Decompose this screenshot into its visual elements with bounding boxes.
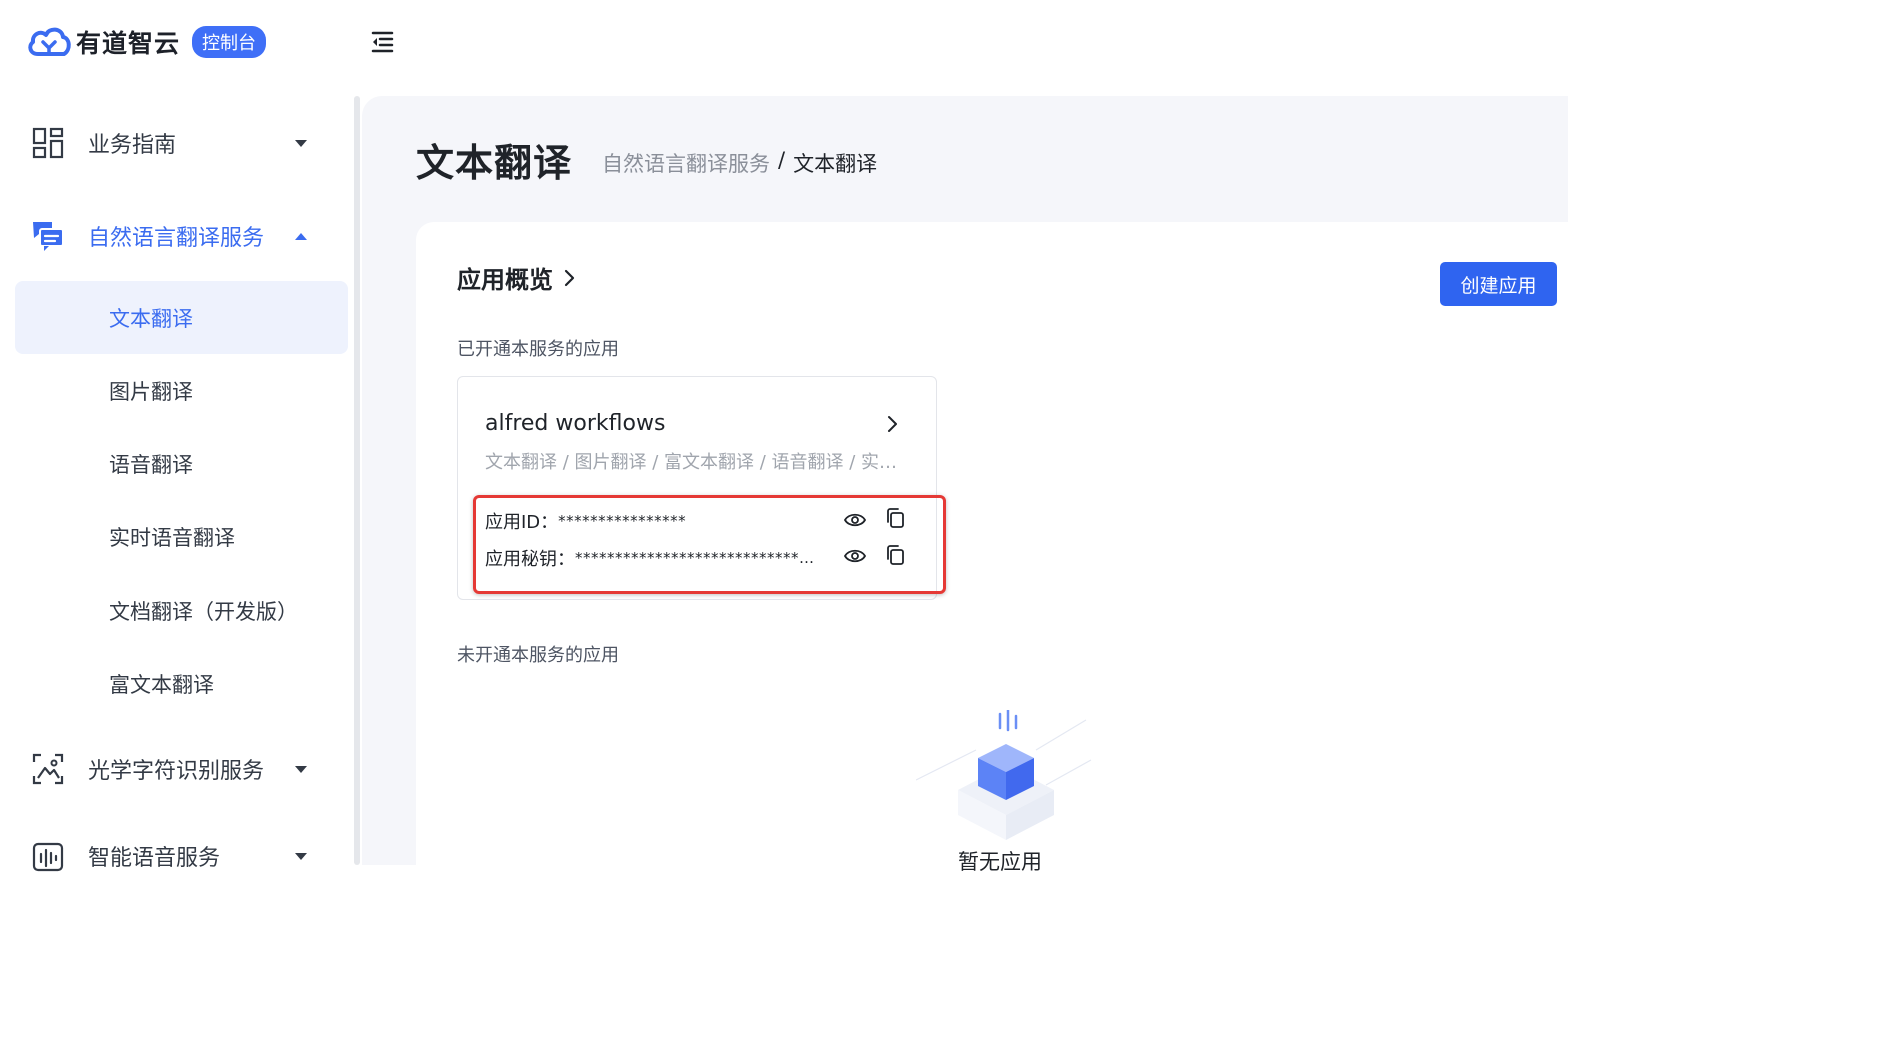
scan-image-icon <box>32 753 64 785</box>
sidebar-group-label: 业务指南 <box>88 133 177 158</box>
panel-title: 应用概览 <box>457 266 553 294</box>
breadcrumb-separator: / <box>778 148 786 172</box>
app-name: alfred workflows <box>485 411 666 436</box>
sidebar-item-label: 富文本翻译 <box>109 672 214 697</box>
sidebar-item-realtime-speech-translation[interactable]: 实时语音翻译 <box>15 500 348 573</box>
sidebar-group-label: 自然语言翻译服务 <box>88 226 265 251</box>
show-app-id-button[interactable] <box>843 508 867 532</box>
sidebar-item-text-translation[interactable]: 文本翻译 <box>15 281 348 354</box>
app-overview-link[interactable]: 应用概览 <box>457 260 577 295</box>
chevron-right-icon[interactable] <box>886 413 900 435</box>
app-id-label: 应用ID： <box>485 512 559 533</box>
cloud-logo-icon <box>28 27 71 56</box>
grid-icon <box>32 127 64 159</box>
sidebar-item-label: 实时语音翻译 <box>109 525 235 550</box>
sidebar-item-rich-text-translation[interactable]: 富文本翻译 <box>15 647 348 720</box>
sidebar-item-image-translation[interactable]: 图片翻译 <box>15 354 348 427</box>
sidebar: 业务指南 自然语言翻译服务 文本翻译 图片翻译 语音翻译 实时语音翻译 文档翻译… <box>0 96 356 872</box>
chat-translate-icon <box>33 222 64 251</box>
sidebar-item-label: 文本翻译 <box>109 306 193 331</box>
sidebar-item-label: 图片翻译 <box>109 379 193 404</box>
sidebar-scrollbar[interactable] <box>354 96 360 865</box>
sidebar-group-label: 智能语音服务 <box>88 846 221 871</box>
brand-name: 有道智云 <box>76 29 181 58</box>
copy-icon <box>887 508 904 528</box>
app-services: 文本翻译 / 图片翻译 / 富文本翻译 / 语音翻译 / 实时语音翻译 <box>485 452 905 473</box>
sidebar-item-label: 语音翻译 <box>109 452 193 477</box>
disabled-apps-label: 未开通本服务的应用 <box>457 645 619 666</box>
empty-state-text: 暂无应用 <box>958 850 1042 874</box>
copy-app-id-button[interactable] <box>883 506 907 530</box>
app-secret-value: ******************************** <box>575 549 817 567</box>
eye-icon <box>843 513 867 527</box>
create-app-button[interactable]: 创建应用 <box>1440 262 1557 306</box>
breadcrumb-parent-link[interactable]: 自然语言翻译服务 <box>602 148 770 178</box>
caret-down-icon <box>295 853 307 860</box>
breadcrumb: 自然语言翻译服务 / 文本翻译 <box>602 148 877 178</box>
collapse-sidebar-button[interactable] <box>366 26 398 58</box>
app-overview-panel: 应用概览 创建应用 已开通本服务的应用 alfred workflows 文本翻… <box>416 222 1576 882</box>
empty-box-illustration <box>916 710 1092 840</box>
main-content: 文本翻译 自然语言翻译服务 / 文本翻译 应用概览 创建应用 已开通本服务的应用… <box>362 96 1576 882</box>
sidebar-item-speech-translation[interactable]: 语音翻译 <box>15 427 348 500</box>
copy-icon <box>887 545 904 565</box>
console-badge: 控制台 <box>192 26 267 58</box>
sidebar-item-document-translation[interactable]: 文档翻译（开发版） <box>15 574 348 647</box>
brand-logo[interactable]: 有道智云 控制台 <box>26 22 267 62</box>
caret-up-icon <box>295 233 307 240</box>
sidebar-group-label: 光学字符识别服务 <box>88 759 265 784</box>
sidebar-item-label: 文档翻译（开发版） <box>109 599 298 624</box>
chevron-right-icon <box>564 269 575 286</box>
audio-wave-icon <box>32 842 64 872</box>
caret-down-icon <box>295 140 307 147</box>
sidebar-group-nlp[interactable]: 自然语言翻译服务 <box>0 206 356 266</box>
eye-icon <box>843 549 867 563</box>
app-card[interactable]: alfred workflows 文本翻译 / 图片翻译 / 富文本翻译 / 语… <box>457 376 937 600</box>
app-secret-label: 应用秘钥： <box>485 549 575 570</box>
copy-app-secret-button[interactable] <box>883 543 907 567</box>
app-id-value: **************** <box>558 512 687 530</box>
show-app-secret-button[interactable] <box>843 544 867 568</box>
sidebar-group-guide[interactable]: 业务指南 <box>0 113 356 173</box>
menu-collapse-icon <box>371 31 394 53</box>
caret-down-icon <box>295 766 307 773</box>
sidebar-group-speech[interactable]: 智能语音服务 <box>0 826 356 886</box>
page-title: 文本翻译 <box>416 141 573 185</box>
sidebar-group-ocr[interactable]: 光学字符识别服务 <box>0 739 356 799</box>
enabled-apps-label: 已开通本服务的应用 <box>457 339 619 360</box>
breadcrumb-current: 文本翻译 <box>793 152 878 176</box>
